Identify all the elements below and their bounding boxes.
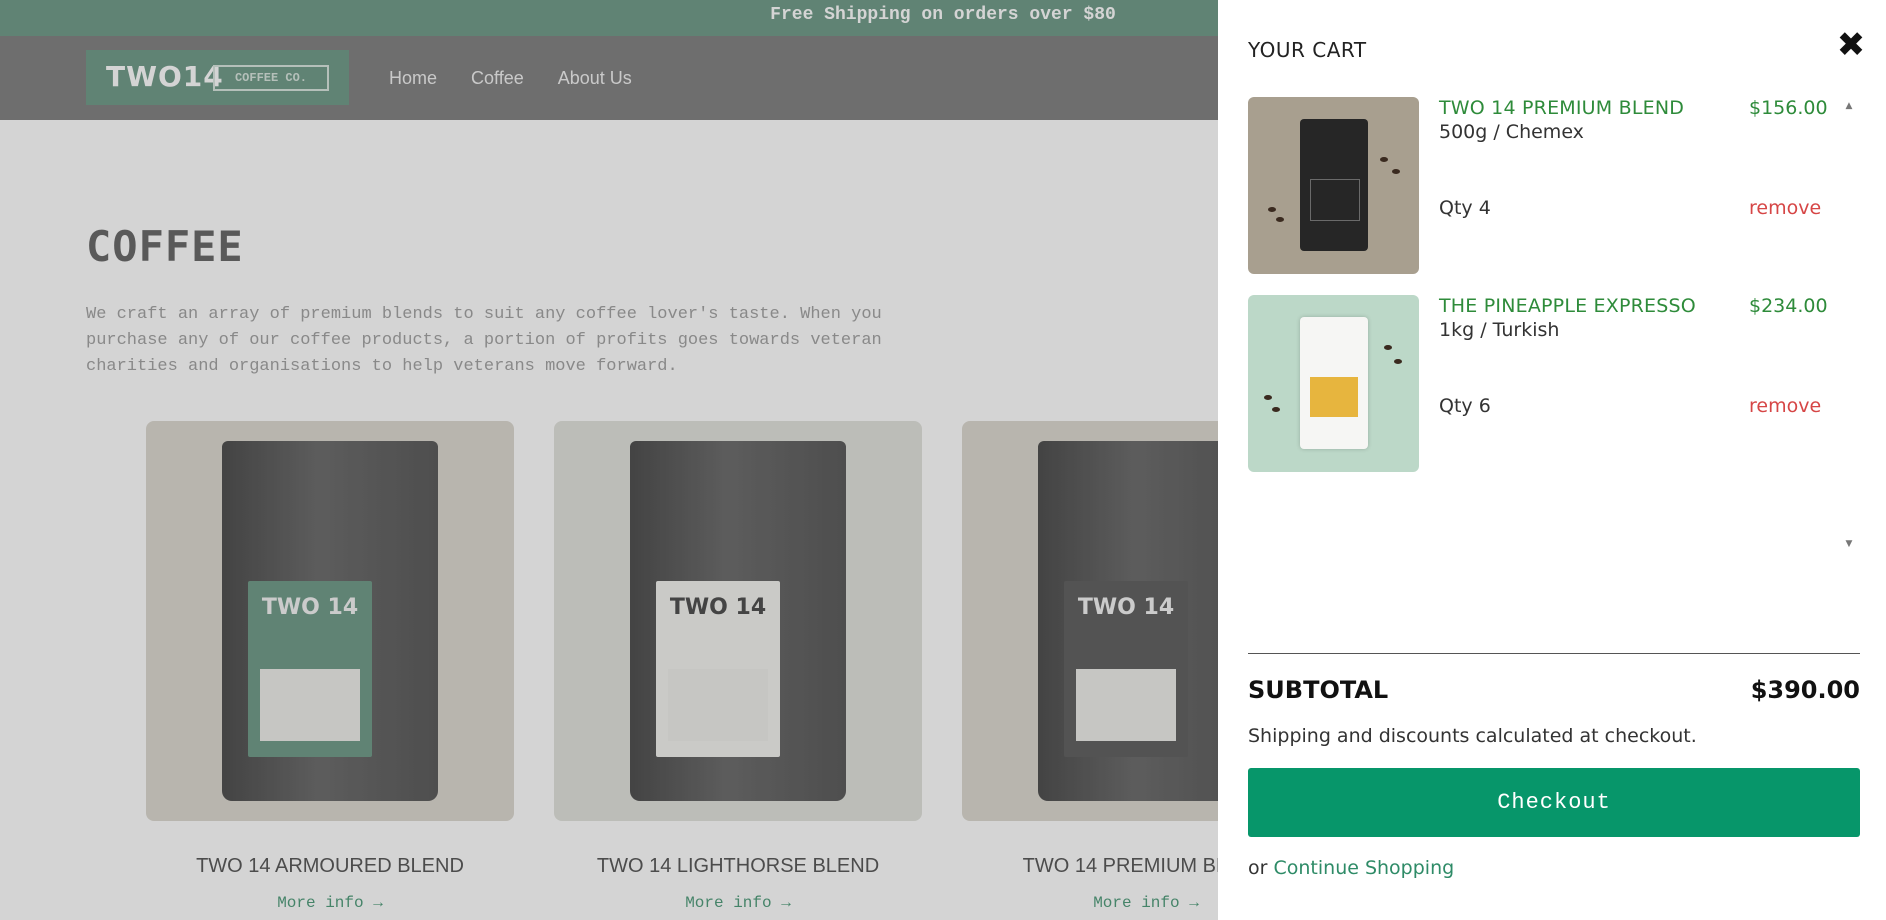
coffee-bag-image	[1300, 317, 1368, 449]
bean-icon	[1276, 217, 1284, 222]
cart-drawer: YOUR CART ✖ TWO 14 PREMIUM BLEND $156.00…	[1218, 0, 1886, 920]
cart-item-image[interactable]	[1248, 295, 1419, 472]
cart-item-name[interactable]: TWO 14 PREMIUM BLEND	[1439, 97, 1684, 119]
bag-label	[1310, 377, 1358, 417]
remove-button[interactable]: remove	[1749, 395, 1821, 417]
cart-item-price: $156.00	[1749, 97, 1828, 119]
scroll-up-icon[interactable]: ▲	[1840, 101, 1858, 111]
bean-icon	[1264, 395, 1272, 400]
coffee-bag-image	[1300, 119, 1368, 251]
cart-item: THE PINEAPPLE EXPRESSO $234.00 1kg / Tur…	[1248, 295, 1858, 493]
shipping-note: Shipping and discounts calculated at che…	[1248, 725, 1697, 747]
subtotal-value: $390.00	[1750, 676, 1860, 704]
continue-prefix: or	[1248, 857, 1268, 879]
cart-items-list: TWO 14 PREMIUM BLEND $156.00 500g / Chem…	[1248, 97, 1858, 555]
cart-item: TWO 14 PREMIUM BLEND $156.00 500g / Chem…	[1248, 97, 1858, 295]
cart-item-qty: Qty 4	[1439, 197, 1491, 219]
bean-icon	[1380, 157, 1388, 162]
bean-icon	[1392, 169, 1400, 174]
cart-item-variant: 500g / Chemex	[1439, 121, 1584, 143]
cart-item-variant: 1kg / Turkish	[1439, 319, 1560, 341]
bean-icon	[1268, 207, 1276, 212]
cart-item-image[interactable]	[1248, 97, 1419, 274]
continue-shopping-link[interactable]: Continue Shopping	[1273, 857, 1454, 879]
scroll-down-icon[interactable]: ▼	[1840, 539, 1858, 549]
close-icon[interactable]: ✖	[1834, 28, 1868, 62]
cart-item-name[interactable]: THE PINEAPPLE EXPRESSO	[1439, 295, 1696, 317]
bag-label	[1310, 179, 1360, 221]
bean-icon	[1394, 359, 1402, 364]
divider	[1248, 653, 1860, 654]
cart-scrollbar[interactable]: ▲ ▼	[1840, 97, 1858, 555]
bean-icon	[1272, 407, 1280, 412]
cart-item-price: $234.00	[1749, 295, 1828, 317]
cart-item-qty: Qty 6	[1439, 395, 1491, 417]
checkout-button[interactable]: Checkout	[1248, 768, 1860, 837]
bean-icon	[1384, 345, 1392, 350]
cart-title: YOUR CART	[1248, 38, 1367, 62]
remove-button[interactable]: remove	[1749, 197, 1821, 219]
continue-shopping-row: or Continue Shopping	[1248, 857, 1454, 879]
